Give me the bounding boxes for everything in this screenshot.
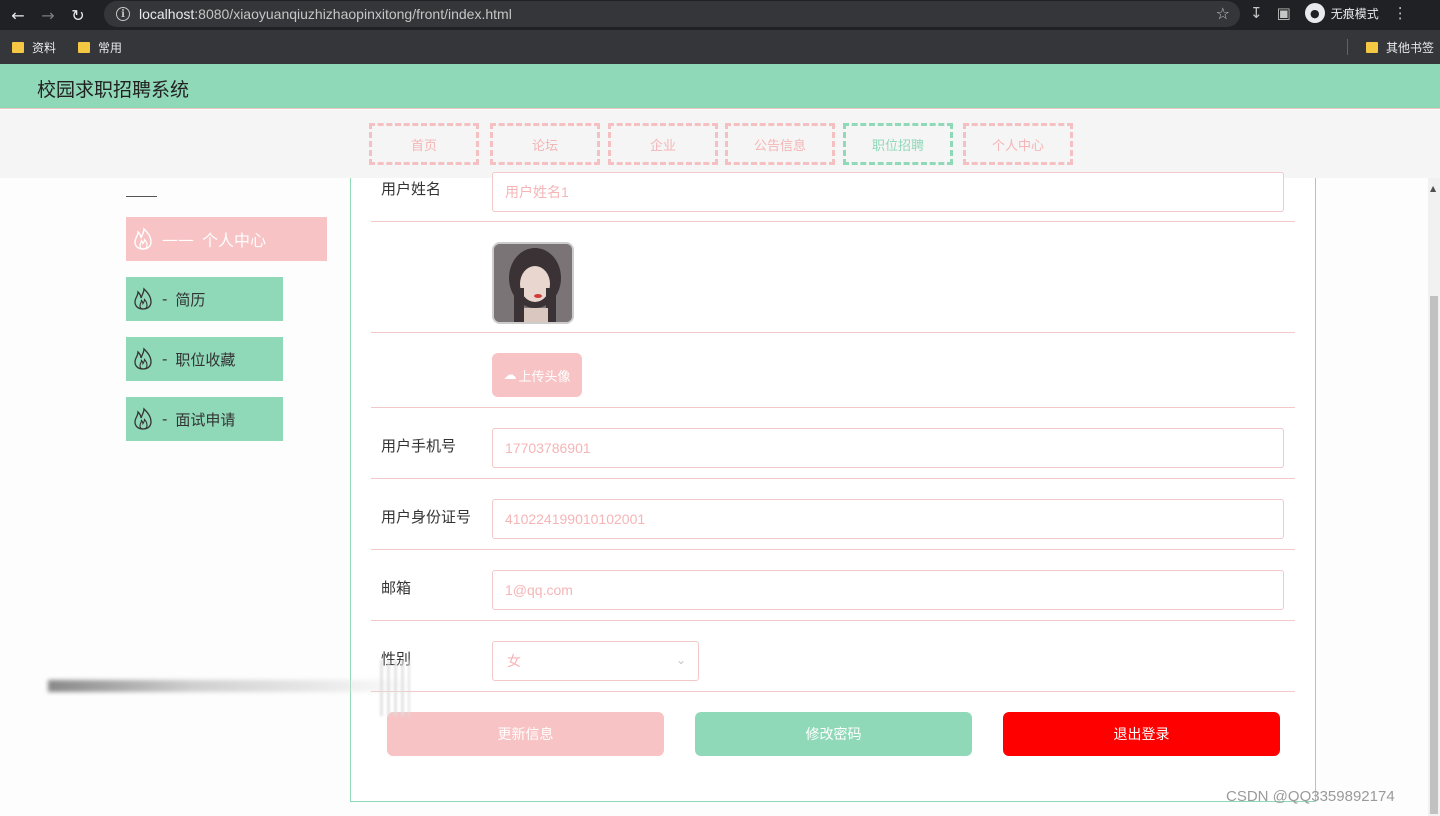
idcard-label: 用户身份证号 bbox=[381, 508, 472, 526]
flame-icon bbox=[134, 347, 152, 370]
username-label: 用户姓名 bbox=[381, 180, 442, 198]
chevron-down-icon: ⌄ bbox=[675, 653, 686, 667]
nav-home[interactable]: 首页 bbox=[369, 123, 479, 165]
sidebar-item-resume[interactable]: - 简历 bbox=[126, 277, 283, 321]
form-row-upload: ☁ 上传头像 bbox=[371, 333, 1295, 408]
app-title: 校园求职招聘系统 bbox=[37, 79, 190, 101]
folder-icon bbox=[78, 41, 91, 53]
form-row-idcard: 用户身份证号 410224199010102001 bbox=[371, 479, 1295, 550]
scrollbar[interactable]: ▲ bbox=[1428, 178, 1440, 816]
forward-icon[interactable]: → bbox=[36, 3, 60, 27]
url-text: localhost:8080/xiaoyuanqiuzhizhaopinxito… bbox=[139, 6, 512, 22]
reload-icon[interactable]: ↻ bbox=[66, 3, 90, 27]
sidebar-item-job-favorites[interactable]: - 职位收藏 bbox=[126, 337, 283, 381]
motion-blur-artifact bbox=[380, 660, 410, 716]
form-row-phone: 用户手机号 17703786901 bbox=[371, 408, 1295, 479]
nav-announcements[interactable]: 公告信息 bbox=[725, 123, 835, 165]
form-row-username: 用户姓名 用户姓名1 bbox=[371, 172, 1295, 222]
motion-blur-artifact bbox=[48, 680, 408, 692]
bookmark-star-icon[interactable]: ☆ bbox=[1216, 4, 1230, 23]
cloud-upload-icon: ☁ bbox=[503, 367, 517, 383]
idcard-input[interactable]: 410224199010102001 bbox=[492, 499, 1284, 539]
download-icon[interactable]: ↧ bbox=[1250, 4, 1263, 22]
info-icon[interactable]: i bbox=[116, 7, 130, 21]
form-row-email: 邮箱 1@qq.com bbox=[371, 550, 1295, 621]
phone-input[interactable]: 17703786901 bbox=[492, 428, 1284, 468]
sidebar-item-interview-applications[interactable]: - 面试申请 bbox=[126, 397, 283, 441]
address-bar[interactable]: i localhost:8080/xiaoyuanqiuzhizhaopinxi… bbox=[104, 1, 1240, 27]
nav-company[interactable]: 企业 bbox=[608, 123, 718, 165]
flame-icon bbox=[134, 227, 152, 250]
flame-icon bbox=[134, 407, 152, 430]
bookmark-separator bbox=[1347, 39, 1348, 55]
avatar bbox=[492, 242, 574, 324]
change-password-button[interactable]: 修改密码 bbox=[695, 712, 972, 756]
email-label: 邮箱 bbox=[381, 579, 412, 597]
nav-jobs[interactable]: 职位招聘 bbox=[843, 123, 953, 165]
bookmarks-bar: 资料 常用 其他书签 bbox=[0, 30, 1440, 64]
menu-dots-icon[interactable]: ⋮ bbox=[1393, 4, 1408, 22]
folder-icon bbox=[12, 41, 24, 53]
nav-personal-center[interactable]: 个人中心 bbox=[963, 123, 1073, 165]
flame-icon bbox=[134, 287, 152, 310]
app-header: 校园求职招聘系统 bbox=[0, 64, 1440, 109]
logout-button[interactable]: 退出登录 bbox=[1003, 712, 1280, 756]
other-bookmarks[interactable]: 其他书签 bbox=[1365, 39, 1434, 56]
bookmark-folder-1[interactable]: 常用 bbox=[78, 39, 122, 56]
sidebar-item-personal-center[interactable]: —— 个人中心 bbox=[126, 217, 327, 261]
incognito-icon: ● bbox=[1304, 3, 1325, 23]
profile-form-panel: 用户姓名 用户姓名1 ☁ 上传头像 用户手机号 17703786901 用户身份… bbox=[350, 172, 1316, 802]
back-icon[interactable]: ← bbox=[6, 3, 30, 27]
form-row-gender: 性别 女 ⌄ bbox=[371, 621, 1295, 692]
scroll-thumb[interactable] bbox=[1430, 296, 1438, 814]
email-input[interactable]: 1@qq.com bbox=[492, 570, 1284, 610]
bookmark-folder-0[interactable]: 资料 bbox=[12, 39, 56, 56]
form-row-avatar bbox=[371, 222, 1295, 333]
top-nav: 首页 论坛 企业 公告信息 职位招聘 个人中心 bbox=[0, 110, 1440, 178]
username-input[interactable]: 用户姓名1 bbox=[492, 172, 1284, 212]
folder-icon bbox=[1365, 41, 1378, 53]
sidebar-divider bbox=[126, 196, 157, 197]
phone-label: 用户手机号 bbox=[381, 437, 457, 455]
browser-toolbar: ← → ↻ i localhost:8080/xiaoyuanqiuzhizha… bbox=[0, 0, 1440, 30]
watermark: CSDN @QQ3359892174 bbox=[1226, 788, 1395, 805]
nav-forum[interactable]: 论坛 bbox=[490, 123, 600, 165]
incognito-indicator[interactable]: ● 无痕模式 bbox=[1304, 3, 1379, 23]
upload-avatar-button[interactable]: ☁ 上传头像 bbox=[492, 353, 582, 397]
sidepanel-icon[interactable]: ▣ bbox=[1277, 4, 1291, 22]
scroll-up-icon[interactable]: ▲ bbox=[1430, 184, 1436, 193]
update-info-button[interactable]: 更新信息 bbox=[387, 712, 664, 756]
gender-select[interactable]: 女 ⌄ bbox=[492, 641, 699, 681]
